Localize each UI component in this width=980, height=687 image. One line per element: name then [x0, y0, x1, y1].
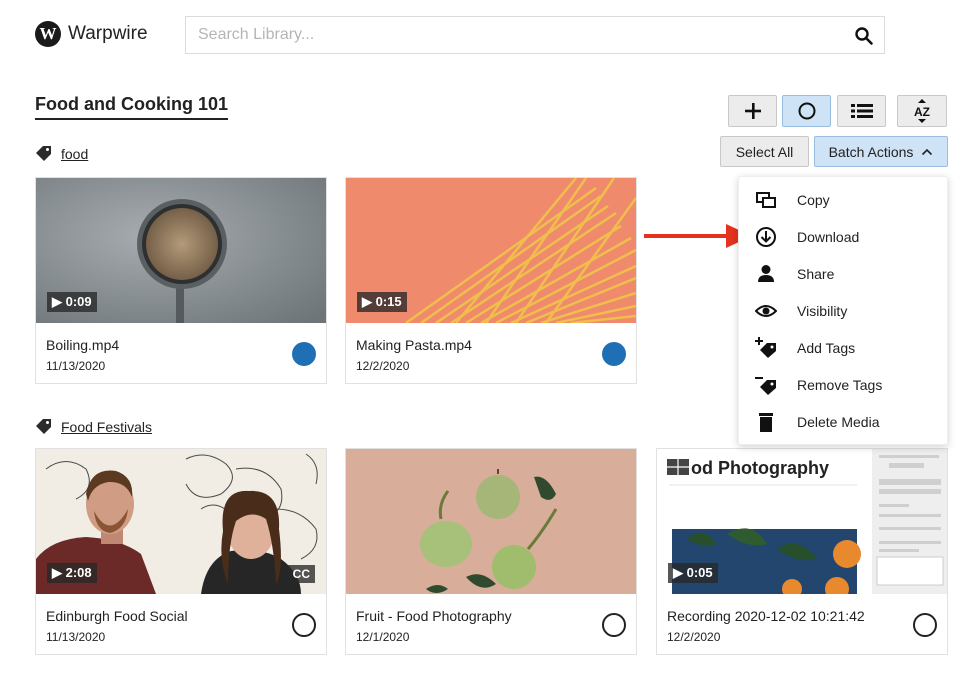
media-title[interactable]: Recording 2020-12-02 10:21:42: [667, 608, 865, 624]
tag-link-food[interactable]: food: [61, 146, 88, 162]
remove-tag-icon: [755, 377, 776, 395]
logo-mark: W: [35, 21, 61, 47]
list-icon: [850, 104, 873, 118]
eye-icon: [755, 305, 777, 317]
thumbnail-caption: od Photography: [691, 458, 829, 478]
brand-name: Warpwire: [68, 23, 148, 44]
tag-icon: [36, 146, 51, 161]
select-toggle[interactable]: [602, 342, 626, 366]
media-card[interactable]: od Photography ▶ 0:05 Recording 2020-12-…: [656, 448, 948, 655]
tag-icon: [36, 419, 51, 434]
search-bar: [185, 16, 885, 54]
media-date: 11/13/2020: [46, 630, 106, 644]
section-food-festivals: Food Festivals: [35, 418, 152, 436]
menu-item-add-tags[interactable]: Add Tags: [739, 329, 947, 366]
person-icon: [758, 265, 774, 282]
sort-button[interactable]: AZ: [897, 95, 947, 127]
select-toggle[interactable]: [602, 613, 626, 637]
media-date: 12/2/2020: [667, 630, 721, 644]
batch-actions-button[interactable]: Batch Actions: [814, 136, 948, 167]
menu-item-download[interactable]: Download: [739, 218, 947, 255]
video-thumbnail[interactable]: ▶ 2:08 CC: [36, 449, 326, 594]
menu-label: Add Tags: [797, 340, 856, 356]
select-all-button[interactable]: Select All: [720, 136, 809, 167]
duration-badge: ▶ 0:05: [668, 563, 718, 583]
batch-actions-menu: Copy Download Share Visibility Add Tags: [738, 176, 948, 445]
image-thumbnail[interactable]: [346, 449, 636, 594]
select-mode-button[interactable]: [782, 95, 831, 127]
menu-label: Delete Media: [797, 414, 880, 430]
media-title[interactable]: Boiling.mp4: [46, 337, 119, 353]
media-card[interactable]: ▶ 0:15 Making Pasta.mp4 12/2/2020: [345, 177, 637, 384]
media-date: 11/13/2020: [46, 359, 106, 373]
media-date: 12/1/2020: [356, 630, 410, 644]
duration-badge: ▶ 2:08: [47, 563, 97, 583]
search-icon[interactable]: [854, 26, 874, 46]
menu-item-remove-tags[interactable]: Remove Tags: [739, 366, 947, 403]
select-toggle[interactable]: [292, 342, 316, 366]
circle-icon: [798, 102, 815, 120]
menu-item-copy[interactable]: Copy: [739, 181, 947, 218]
copy-icon: [756, 192, 776, 208]
add-tag-icon: [755, 337, 776, 358]
duration-badge: ▶ 0:15: [357, 292, 407, 312]
add-media-button[interactable]: [728, 95, 777, 127]
batch-actions-label: Batch Actions: [828, 143, 914, 160]
video-thumbnail[interactable]: od Photography ▶ 0:05: [657, 449, 947, 594]
chevron-up-icon: [922, 148, 933, 155]
select-toggle[interactable]: [913, 613, 937, 637]
tag-link-food-festivals[interactable]: Food Festivals: [61, 419, 152, 435]
collection-title[interactable]: Food and Cooking 101: [35, 94, 229, 120]
menu-item-visibility[interactable]: Visibility: [739, 292, 947, 329]
media-card[interactable]: ▶ 2:08 CC Edinburgh Food Social 11/13/20…: [35, 448, 327, 655]
media-title[interactable]: Making Pasta.mp4: [356, 337, 472, 353]
video-thumbnail[interactable]: ▶ 0:15: [346, 178, 636, 323]
plus-icon: [744, 103, 761, 119]
menu-label: Share: [797, 266, 835, 282]
search-input[interactable]: [186, 17, 826, 53]
media-title[interactable]: Edinburgh Food Social: [46, 608, 188, 624]
menu-item-share[interactable]: Share: [739, 255, 947, 292]
section-food: food: [35, 145, 88, 163]
duration-badge: ▶ 0:09: [47, 292, 97, 312]
trash-icon: [759, 413, 773, 432]
list-view-button[interactable]: [837, 95, 886, 127]
closed-captions-badge: CC: [287, 565, 315, 583]
sort-label: AZ: [914, 105, 930, 119]
video-thumbnail[interactable]: ▶ 0:09: [36, 178, 326, 323]
menu-label: Visibility: [797, 303, 848, 319]
menu-label: Copy: [797, 192, 830, 208]
select-toggle[interactable]: [292, 613, 316, 637]
download-icon: [756, 227, 776, 247]
media-title[interactable]: Fruit - Food Photography: [356, 608, 512, 624]
menu-item-delete-media[interactable]: Delete Media: [739, 403, 947, 440]
menu-label: Remove Tags: [797, 377, 883, 393]
warpwire-logo[interactable]: W Warpwire: [35, 21, 148, 47]
media-date: 12/2/2020: [356, 359, 410, 373]
media-card[interactable]: ▶ 0:09 Boiling.mp4 11/13/2020: [35, 177, 327, 384]
sort-az-icon: AZ: [914, 99, 930, 123]
menu-label: Download: [797, 229, 860, 245]
media-card[interactable]: Fruit - Food Photography 12/1/2020: [345, 448, 637, 655]
